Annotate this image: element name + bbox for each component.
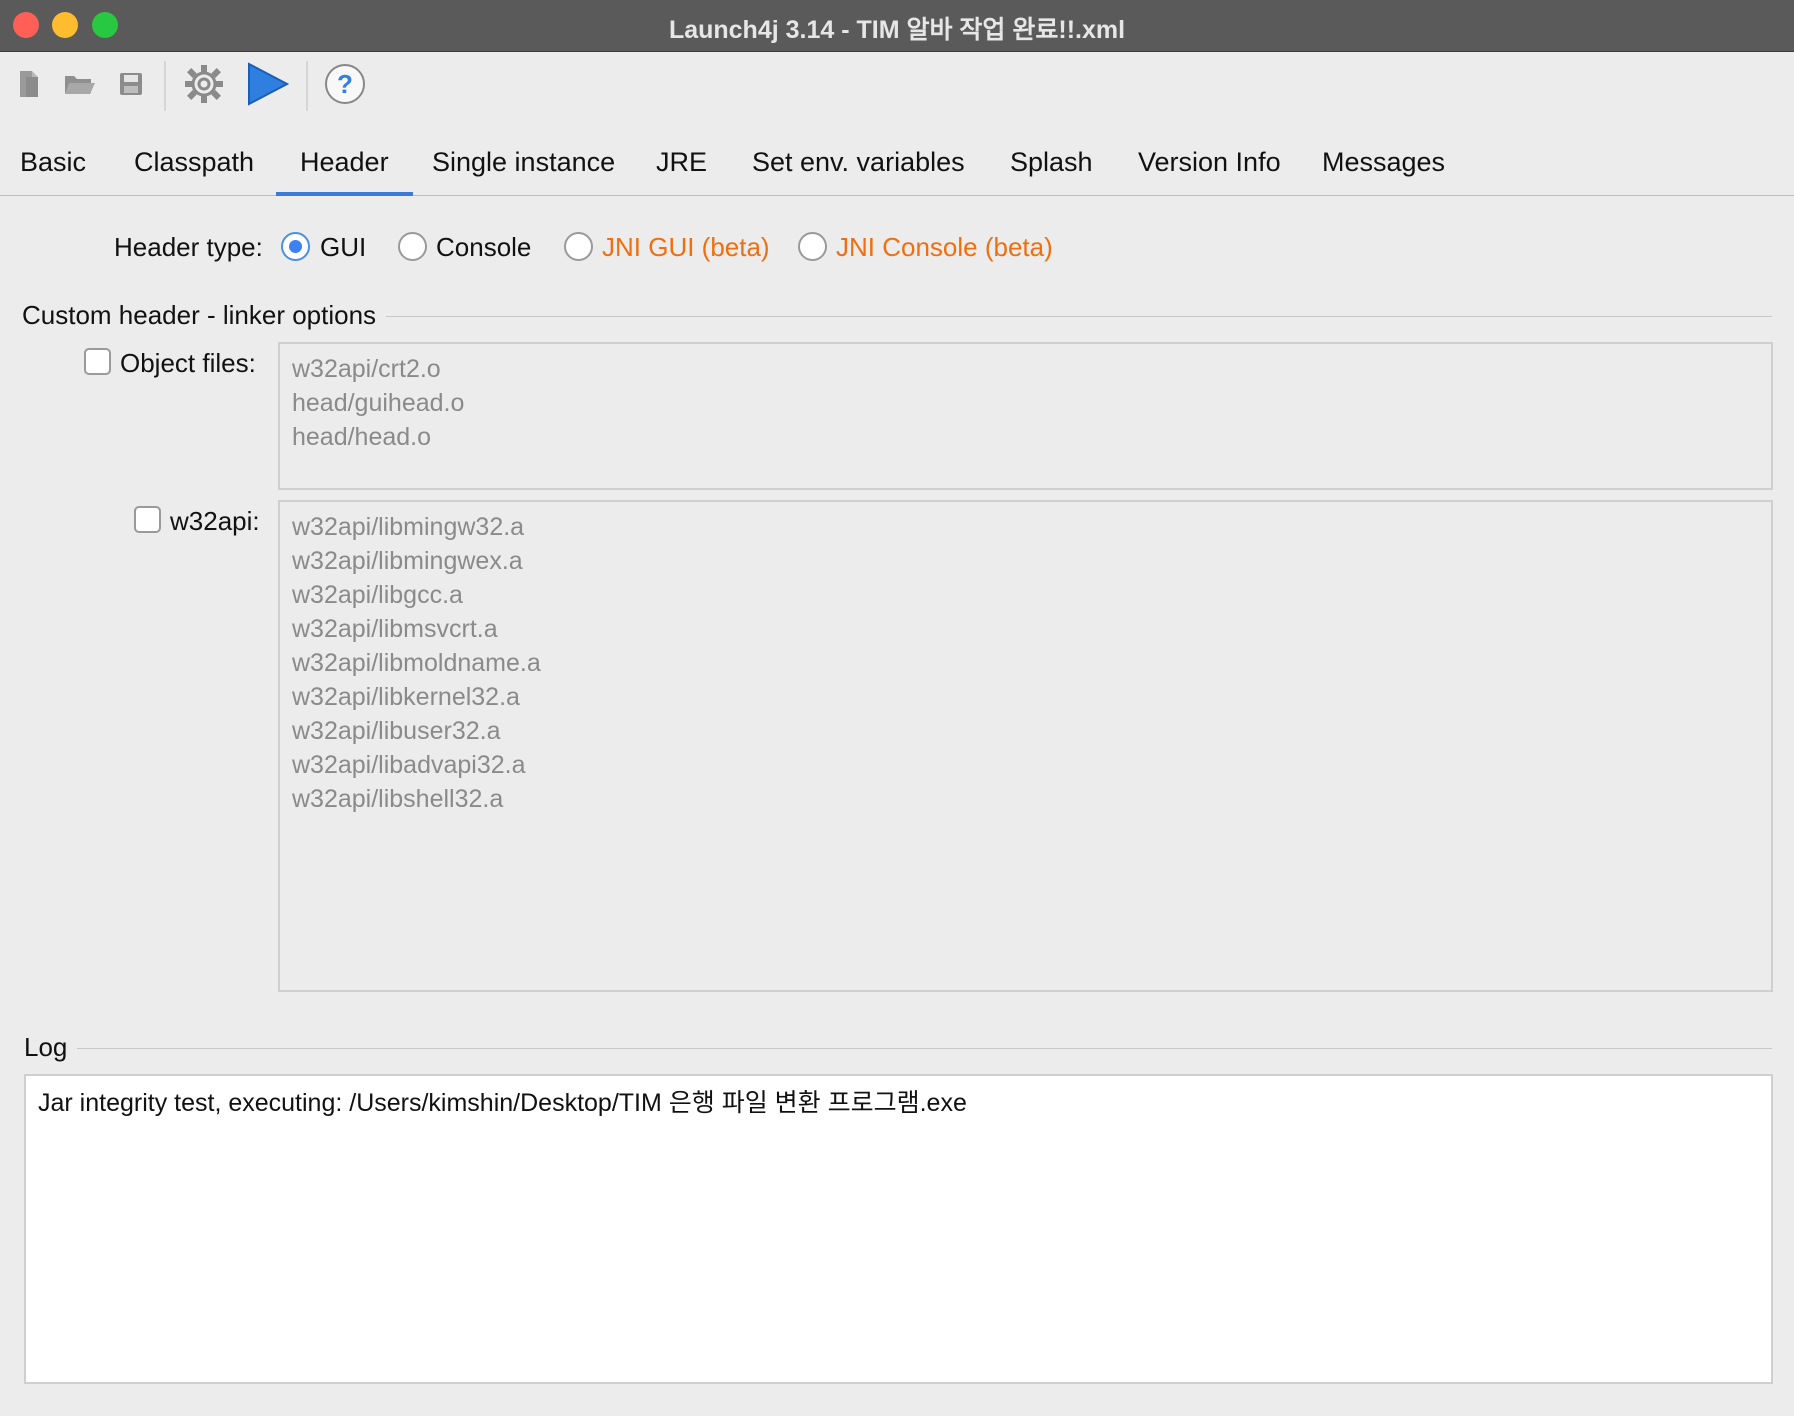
w32api-line: w32api/libmsvcrt.a [292,615,498,643]
settings-button[interactable] [181,61,227,107]
tab-bar: Basic Classpath Header Single instance J… [0,140,1794,196]
header-type-label: Header type: [114,232,263,262]
object-file-line: head/guihead.o [292,389,465,417]
tab-single-instance[interactable]: Single instance [408,140,639,196]
w32api-label[interactable]: w32api: [170,506,260,537]
new-file-button[interactable] [6,61,52,107]
open-folder-icon [65,76,95,94]
toolbar: ? [0,53,1794,115]
w32api-textarea[interactable]: w32api/libmingw32.a w32api/libmingwex.a … [278,500,1773,992]
object-files-textarea[interactable]: w32api/crt2.o head/guihead.o head/head.o [278,342,1773,490]
w32api-line: w32api/libmoldname.a [292,649,541,677]
radio-console[interactable] [398,232,427,261]
radio-console-label[interactable]: Console [436,232,531,263]
radio-gui-label[interactable]: GUI [320,232,366,263]
open-button[interactable] [56,61,102,107]
object-file-line: w32api/crt2.o [292,355,441,383]
log-divider [24,1048,1772,1049]
tab-classpath[interactable]: Classpath [110,140,278,196]
tab-messages[interactable]: Messages [1298,140,1469,196]
svg-text:?: ? [337,69,353,99]
radio-jni-console-label[interactable]: JNI Console (beta) [836,232,1053,263]
run-button[interactable] [244,61,290,107]
tab-set-env-variables[interactable]: Set env. variables [728,140,989,196]
w32api-line: w32api/libadvapi32.a [292,751,526,779]
new-file-icon [20,71,38,97]
object-file-line: head/head.o [292,423,432,451]
radio-gui[interactable] [281,232,310,261]
w32api-line: w32api/libuser32.a [292,717,501,745]
radio-jni-console[interactable] [798,232,827,261]
tab-header[interactable]: Header [276,140,413,196]
radio-jni-gui-label[interactable]: JNI GUI (beta) [602,232,770,263]
log-title: Log [24,1032,78,1063]
object-files-label[interactable]: Object files: [120,348,256,379]
toolbar-separator [164,61,166,111]
log-line: Jar integrity test, executing: /Users/ki… [38,1089,967,1117]
log-textarea[interactable]: Jar integrity test, executing: /Users/ki… [24,1074,1773,1384]
help-button[interactable]: ? [322,61,368,107]
title-bar: Launch4j 3.14 - TIM 알바 작업 완료!!.xml [0,0,1794,52]
w32api-line: w32api/libgcc.a [292,581,463,609]
w32api-line: w32api/libkernel32.a [292,683,520,711]
w32api-line: w32api/libmingwex.a [292,547,523,575]
help-icon: ? [325,64,365,104]
tab-basic[interactable]: Basic [0,140,110,196]
window-title: Launch4j 3.14 - TIM 알바 작업 완료!!.xml [668,16,1126,44]
tab-jre[interactable]: JRE [632,140,731,196]
gear-icon [185,65,223,103]
run-icon [248,62,289,106]
save-icon [120,73,142,95]
radio-jni-gui[interactable] [564,232,593,261]
toolbar-separator-2 [306,61,308,111]
tab-version-info[interactable]: Version Info [1114,140,1305,196]
w32api-checkbox[interactable] [134,506,161,533]
tab-splash[interactable]: Splash [986,140,1117,196]
w32api-line: w32api/libshell32.a [292,785,504,813]
object-files-checkbox[interactable] [84,348,111,375]
custom-header-title: Custom header - linker options [22,300,387,331]
w32api-line: w32api/libmingw32.a [292,513,525,541]
save-button[interactable] [108,61,154,107]
app-window: Launch4j 3.14 - TIM 알바 작업 완료!!.xml ? Bas… [0,0,1794,1416]
